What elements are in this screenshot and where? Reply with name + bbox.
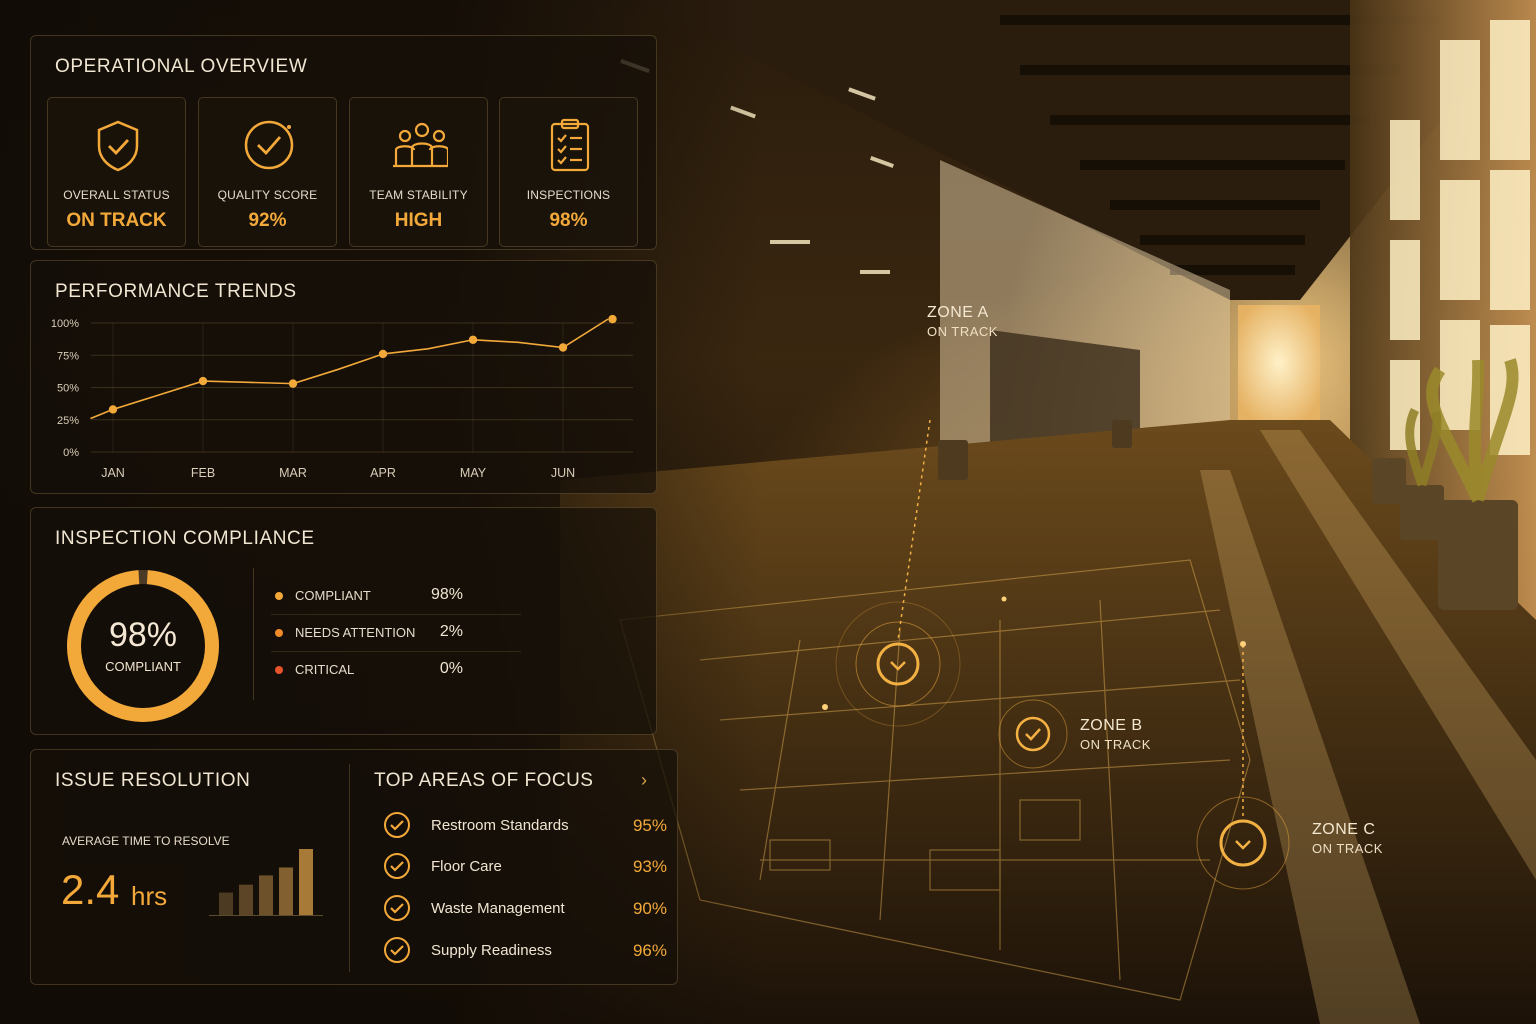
focus-item-value: 96% (632, 941, 667, 960)
kpi-value: 92% (248, 210, 287, 231)
legend-dot (275, 592, 283, 600)
circle-check-icon (244, 120, 294, 170)
focus-item-value: 93% (632, 857, 667, 876)
zone-status: ON TRACK (1312, 841, 1383, 856)
legend-dot (275, 666, 283, 674)
kpi-label: INSPECTIONS (526, 188, 611, 202)
divider (349, 764, 350, 972)
donut-label: COMPLIANT (105, 659, 181, 674)
resolution-bar (299, 849, 313, 915)
shield-check-icon (97, 120, 139, 172)
avg-time-label: AVERAGE TIME TO RESOLVE (62, 834, 230, 848)
focus-item-value: 95% (632, 816, 667, 835)
legend-label: CRITICAL (295, 662, 355, 677)
zone-title: ZONE A (927, 304, 989, 321)
kpi-card-team-stability[interactable]: TEAM STABILITY HIGH (349, 97, 488, 247)
resolution-bar-sparkline (209, 849, 323, 916)
kpi-card-inspections[interactable]: INSPECTIONS 98% (499, 97, 638, 247)
y-tick-label: 50% (57, 383, 79, 395)
data-point[interactable] (558, 343, 568, 352)
kpi-value: 98% (549, 210, 588, 231)
legend-value: 98% (430, 586, 463, 603)
avg-time-value: 2.4 (61, 866, 120, 913)
zone-title: ZONE B (1080, 717, 1143, 734)
check-circle-icon (384, 853, 410, 879)
focus-item-name: Supply Readiness (431, 942, 552, 959)
legend-row-critical: CRITICAL 0% (271, 652, 521, 688)
x-tick-label: JUN (551, 466, 575, 480)
donut-percentage: 98% (108, 616, 178, 654)
resolution-bar (259, 875, 273, 915)
check-circle-icon (384, 937, 410, 963)
x-tick-label: MAY (460, 466, 487, 480)
issue-resolution-panel: ISSUE RESOLUTION AVERAGE TIME TO RESOLVE… (30, 749, 678, 985)
x-tick-label: APR (370, 466, 396, 480)
panel-title: ISSUE RESOLUTION (55, 770, 251, 791)
check-circle-icon (384, 895, 410, 921)
y-tick-label: 75% (57, 350, 79, 362)
focus-item-waste-management[interactable]: Waste Management 90% (381, 894, 667, 924)
focus-item-restroom-standards[interactable]: Restroom Standards 95% (381, 811, 667, 841)
focus-item-floor-care[interactable]: Floor Care 93% (381, 852, 667, 882)
x-tick-label: FEB (191, 466, 215, 480)
focus-item-name: Waste Management (431, 900, 565, 917)
top-areas-title: TOP AREAS OF FOCUS (374, 770, 594, 791)
data-point[interactable] (198, 376, 208, 386)
y-tick-label: 25% (57, 415, 79, 427)
legend-row-compliant: COMPLIANT 98% (271, 578, 521, 615)
x-tick-label: MAR (279, 466, 307, 480)
chevron-right-icon[interactable]: › (641, 770, 647, 791)
avg-time-unit: hrs (131, 881, 168, 911)
kpi-label: TEAM STABILITY (369, 188, 468, 202)
inspection-compliance-panel: INSPECTION COMPLIANCE 98% COMPLIANT COMP… (30, 507, 657, 735)
series-line (90, 318, 609, 420)
zone-title: ZONE C (1312, 821, 1376, 838)
legend-dot (275, 629, 283, 637)
zone-a-label[interactable]: ZONE A ON TRACK (927, 304, 998, 339)
panel-title: INSPECTION COMPLIANCE (55, 528, 315, 549)
performance-line-chart: 100% 75% 50% 25% 0% JAN FEB MAR APR MAY JUN (51, 314, 633, 480)
legend-value: 0% (439, 660, 463, 677)
kpi-card-overall-status[interactable]: OVERALL STATUS ON TRACK (47, 97, 186, 247)
resolution-bar (219, 892, 233, 915)
resolution-bar (279, 867, 293, 915)
team-icon (393, 122, 448, 168)
kpi-card-quality-score[interactable]: QUALITY SCORE 92% (198, 97, 337, 247)
x-tick-label: JAN (101, 466, 125, 480)
divider (253, 568, 254, 700)
focus-item-name: Restroom Standards (431, 817, 569, 834)
clipboard-checklist-icon (550, 118, 590, 172)
check-circle-icon (384, 812, 410, 838)
zone-status: ON TRACK (1080, 737, 1151, 752)
y-tick-label: 0% (63, 447, 79, 459)
data-point[interactable] (378, 349, 388, 359)
legend-label: COMPLIANT (295, 588, 371, 603)
data-point[interactable] (468, 335, 478, 344)
operational-overview-panel: OPERATIONAL OVERVIEW OVERALL STATUS ON T… (30, 35, 657, 250)
resolution-bar (239, 884, 253, 915)
panel-title: OPERATIONAL OVERVIEW (55, 56, 308, 77)
legend-row-needs-attention: NEEDS ATTENTION 2% (271, 615, 521, 652)
legend-label: NEEDS ATTENTION (295, 625, 416, 640)
focus-item-supply-readiness[interactable]: Supply Readiness 96% (381, 936, 667, 966)
zone-status: ON TRACK (927, 324, 998, 339)
focus-item-value: 90% (632, 899, 667, 918)
data-point[interactable] (108, 405, 118, 414)
performance-trends-panel: PERFORMANCE TRENDS 100% 75% 50% 25% 0% JAN FEB… (30, 260, 657, 494)
kpi-label: QUALITY SCORE (217, 188, 318, 202)
kpi-label: OVERALL STATUS (63, 188, 170, 202)
data-point[interactable] (608, 314, 617, 324)
kpi-value: ON TRACK (66, 210, 167, 231)
zone-b-label[interactable]: ZONE B ON TRACK (1080, 717, 1151, 752)
legend-value: 2% (439, 623, 463, 640)
kpi-value: HIGH (394, 210, 443, 231)
focus-item-name: Floor Care (431, 858, 502, 875)
zone-c-label[interactable]: ZONE C ON TRACK (1312, 821, 1383, 856)
y-tick-label: 100% (51, 318, 79, 330)
data-point[interactable] (288, 379, 298, 388)
